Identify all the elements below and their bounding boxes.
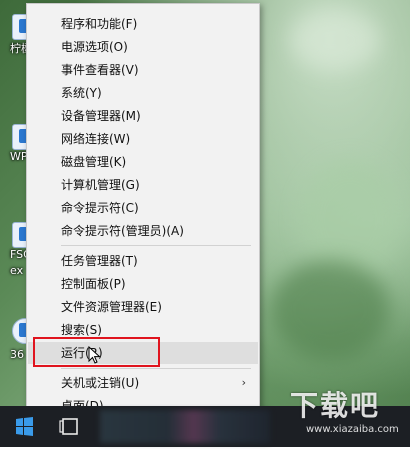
menu-item-power-options[interactable]: 电源选项(O) xyxy=(28,36,258,58)
watermark: 下载吧 www.xiazaiba.com xyxy=(270,380,408,440)
run-highlight-annotation xyxy=(33,337,160,367)
menu-item-command-prompt-admin[interactable]: 命令提示符(管理员)(A) xyxy=(28,220,258,242)
menu-item-system[interactable]: 系统(Y) xyxy=(28,82,258,104)
menu-item-shutdown-label: 关机或注销(U) xyxy=(61,376,140,390)
menu-item-network-connections[interactable]: 网络连接(W) xyxy=(28,128,258,150)
menu-item-file-explorer[interactable]: 文件资源管理器(E) xyxy=(28,296,258,318)
menu-item-shutdown-signout[interactable]: 关机或注销(U) › xyxy=(28,372,258,394)
menu-item-computer-management[interactable]: 计算机管理(G) xyxy=(28,174,258,196)
menu-item-command-prompt[interactable]: 命令提示符(C) xyxy=(28,197,258,219)
menu-separator xyxy=(61,245,251,246)
menu-item-programs-features[interactable]: 程序和功能(F) xyxy=(28,13,258,35)
menu-item-control-panel[interactable]: 控制面板(P) xyxy=(28,273,258,295)
desktop-icon-label: ex xyxy=(10,264,24,277)
watermark-url: www.xiazaiba.com xyxy=(306,424,399,435)
taskbar-apps-blurred xyxy=(100,410,270,443)
menu-item-task-manager[interactable]: 任务管理器(T) xyxy=(28,250,258,272)
menu-item-disk-management[interactable]: 磁盘管理(K) xyxy=(28,151,258,173)
menu-item-event-viewer[interactable]: 事件查看器(V) xyxy=(28,59,258,81)
task-view-icon xyxy=(59,418,78,435)
windows-logo-icon xyxy=(16,417,33,436)
menu-separator xyxy=(61,368,251,369)
desktop-icon-label: 36 xyxy=(10,348,24,361)
task-view-button[interactable] xyxy=(50,406,92,447)
watermark-text: 下载吧 xyxy=(290,389,381,422)
menu-item-device-manager[interactable]: 设备管理器(M) xyxy=(28,105,258,127)
wallpaper-highlight xyxy=(290,10,380,70)
wallpaper-shadow xyxy=(270,260,390,360)
start-button[interactable] xyxy=(0,406,48,447)
chevron-right-icon: › xyxy=(241,376,246,389)
desktop-icon-label: WP xyxy=(10,150,28,163)
